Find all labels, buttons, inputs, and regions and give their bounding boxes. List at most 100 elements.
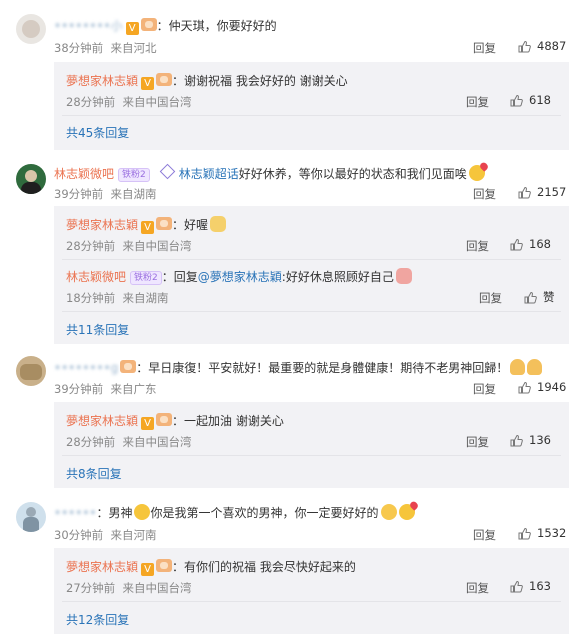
- like-count: 136: [529, 433, 551, 447]
- reply-text: :好好休息照顾好自己: [281, 270, 394, 284]
- thumbs-up-icon: [518, 381, 531, 394]
- like-button[interactable]: 618: [510, 93, 551, 107]
- comment-text: ：仲天琪，你要好好的: [156, 19, 277, 33]
- verified-badge-icon: V: [125, 22, 139, 35]
- reply-button[interactable]: 回复: [479, 290, 502, 306]
- like-button[interactable]: 1532: [518, 526, 566, 540]
- reply-button[interactable]: 回复: [466, 580, 489, 596]
- location: 来自中国台湾: [122, 239, 192, 253]
- reply-line: 夢想家林志穎 V ：好喔: [66, 216, 227, 234]
- fan-badge-icon: [156, 559, 173, 572]
- reply-button[interactable]: 回复: [473, 381, 496, 397]
- username[interactable]: ••••••••g: [54, 361, 118, 375]
- reply-username[interactable]: 夢想家林志穎: [66, 218, 138, 232]
- timestamp: 18分钟前: [66, 291, 116, 305]
- like-button[interactable]: 136: [510, 433, 551, 447]
- comment-line: ••••••：男神 你是我第一个喜欢的男神，你一定要好好的: [54, 504, 415, 521]
- timestamp: 30分钟前: [54, 528, 104, 542]
- more-replies-link[interactable]: 共45条回复: [66, 124, 129, 141]
- location: 来自中国台湾: [122, 435, 192, 449]
- comment-meta: 30分钟前 来自河南: [54, 527, 156, 543]
- blush-emoji-icon: [380, 504, 397, 520]
- avatar[interactable]: [16, 356, 46, 386]
- reply-username[interactable]: 林志颖微吧: [66, 270, 126, 284]
- thumbs-up-emoji-icon: [210, 216, 227, 232]
- more-replies-link[interactable]: 共11条回复: [66, 321, 129, 338]
- reply-meta: 18分钟前 来自湖南: [66, 290, 168, 306]
- like-button[interactable]: 1946: [518, 380, 566, 394]
- like-count: 2157: [537, 185, 567, 199]
- reply-meta: 28分钟前 来自中国台湾: [66, 434, 191, 450]
- reply-username[interactable]: 夢想家林志穎: [66, 560, 138, 574]
- reply-username[interactable]: 夢想家林志穎: [66, 74, 138, 88]
- mention-link[interactable]: @夢想家林志穎: [198, 270, 282, 284]
- like-button[interactable]: 2157: [518, 185, 566, 199]
- reply-line: 夢想家林志穎 V ：有你们的祝福 我会尽快好起来的: [66, 558, 356, 576]
- reply-line: 林志颖微吧 铁粉2 ：回复@夢想家林志穎:好好休息照顾好自己: [66, 268, 412, 285]
- comment-text: 好好休养，等你以最好的状态和我们见面唉: [238, 167, 467, 181]
- location: 来自湖南: [110, 187, 157, 201]
- comment-text: ：男神: [96, 506, 133, 520]
- thumbs-up-icon: [518, 527, 531, 540]
- fans-badge: 铁粉2: [130, 271, 162, 285]
- muscle-emoji-icon: [510, 359, 526, 375]
- reply-button[interactable]: 回复: [466, 94, 489, 110]
- like-count: 163: [529, 579, 551, 593]
- verified-badge-icon: V: [141, 417, 155, 430]
- heart-emoji-icon: [468, 165, 485, 181]
- thumbs-up-icon: [510, 580, 523, 593]
- verified-badge-icon: V: [141, 77, 155, 90]
- reply-button[interactable]: 回复: [473, 527, 496, 543]
- username[interactable]: ••••••••小: [54, 19, 123, 33]
- like-button[interactable]: 赞: [524, 289, 555, 305]
- supertopic-icon: [159, 163, 176, 180]
- comment-meta: 38分钟前 来自河北: [54, 40, 156, 56]
- fan-badge-icon: [156, 73, 173, 86]
- comment-meta: 39分钟前 来自广东: [54, 381, 156, 397]
- location: 来自中国台湾: [122, 95, 192, 109]
- avatar[interactable]: [16, 14, 46, 44]
- fan-badge-icon: [120, 360, 137, 373]
- reply-text: ：谢谢祝福 我会好好的 谢谢关心: [172, 74, 348, 88]
- timestamp: 38分钟前: [54, 41, 104, 55]
- reply-username[interactable]: 夢想家林志穎: [66, 414, 138, 428]
- avatar[interactable]: [16, 164, 46, 194]
- divider: [62, 115, 561, 116]
- location: 来自湖南: [122, 291, 169, 305]
- reply-button[interactable]: 回复: [466, 434, 489, 450]
- reply-button[interactable]: 回复: [473, 186, 496, 202]
- username[interactable]: ••••••: [54, 506, 96, 520]
- heart-emoji-icon: [398, 504, 415, 520]
- reply-meta: 28分钟前 来自中国台湾: [66, 238, 191, 254]
- like-label: 赞: [543, 290, 555, 304]
- like-button[interactable]: 163: [510, 579, 551, 593]
- location: 来自广东: [110, 382, 157, 396]
- comment-line: ••••••••g ：早日康復！平安就好！最重要的就是身體健康！期待不老男神回歸！: [54, 359, 543, 376]
- timestamp: 39分钟前: [54, 187, 104, 201]
- reply-meta: 27分钟前 来自中国台湾: [66, 580, 191, 596]
- timestamp: 39分钟前: [54, 382, 104, 396]
- reply-line: 夢想家林志穎 V ：谢谢祝福 我会好好的 谢谢关心: [66, 72, 348, 90]
- comment-text-continued: 你是我第一个喜欢的男神，你一定要好好的: [150, 506, 379, 520]
- comment-meta: 39分钟前 来自湖南: [54, 186, 156, 202]
- location: 来自中国台湾: [122, 581, 192, 595]
- reply-text: ：一起加油 谢谢关心: [172, 414, 284, 428]
- location: 来自河北: [110, 41, 157, 55]
- avatar[interactable]: [16, 502, 46, 532]
- like-button[interactable]: 4887: [518, 39, 566, 53]
- username[interactable]: 林志颖微吧: [54, 167, 114, 181]
- muscle-emoji-icon: [527, 359, 543, 375]
- timestamp: 27分钟前: [66, 581, 116, 595]
- reply-button[interactable]: 回复: [466, 238, 489, 254]
- comment-text: ：早日康復！平安就好！最重要的就是身體健康！期待不老男神回歸！: [136, 361, 509, 375]
- more-replies-link[interactable]: 共12条回复: [66, 611, 129, 628]
- more-replies-link[interactable]: 共8条回复: [66, 465, 122, 482]
- reply-button[interactable]: 回复: [473, 40, 496, 56]
- like-button[interactable]: 168: [510, 237, 551, 251]
- timestamp: 28分钟前: [66, 239, 116, 253]
- comment-line: 林志颖微吧 铁粉2 林志颖超话好好休养，等你以最好的状态和我们见面唉: [54, 163, 485, 182]
- like-count: 168: [529, 237, 551, 251]
- supertopic-link[interactable]: 林志颖超话: [179, 167, 239, 181]
- like-count: 1946: [537, 380, 567, 394]
- fan-badge-icon: [140, 18, 157, 31]
